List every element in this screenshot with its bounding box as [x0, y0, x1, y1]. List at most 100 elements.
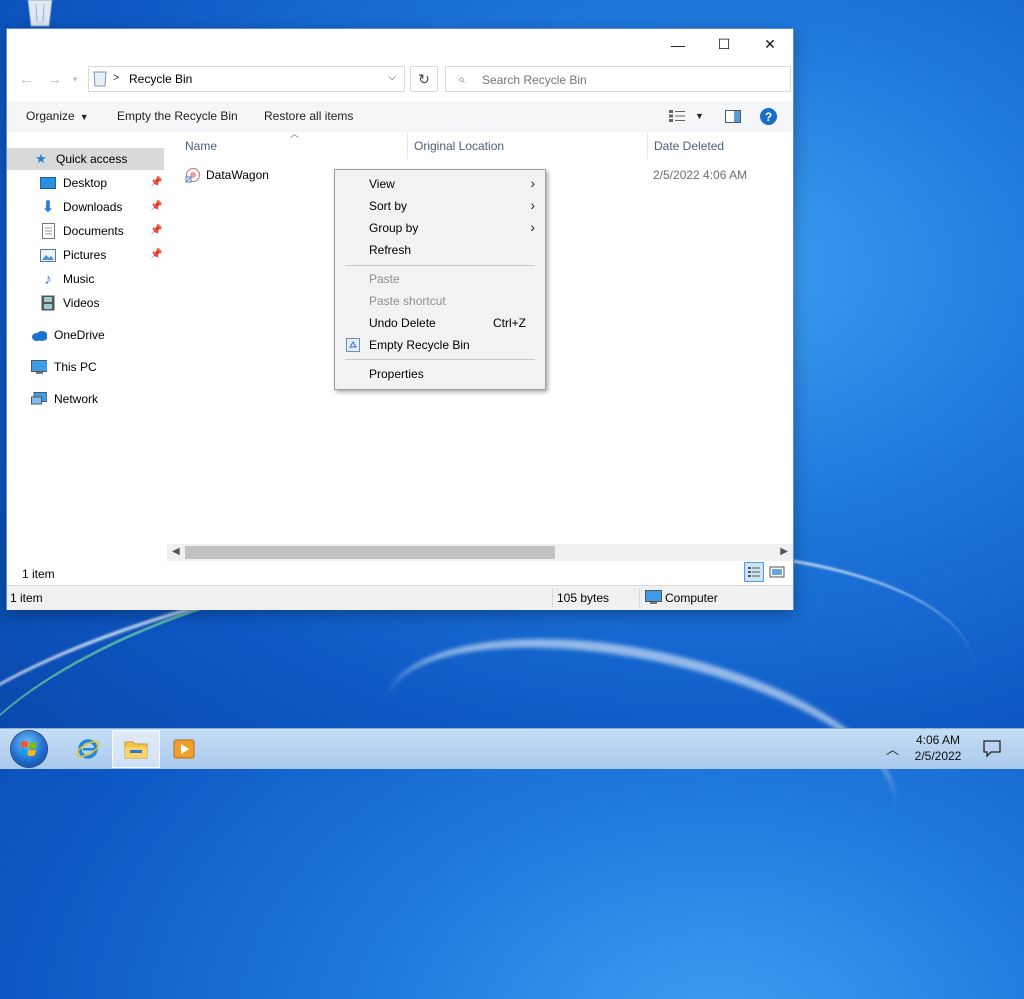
scroll-right-arrow-icon[interactable]: ▶ — [780, 546, 788, 557]
navigation-pane: ★ Quick access Desktop 📌 ⬇ Downloads 📌 Doc… — [7, 132, 164, 565]
menu-item-properties[interactable]: Properties — [335, 363, 545, 385]
status-divider — [639, 589, 640, 607]
column-header-name[interactable]: Name — [185, 133, 217, 159]
minimize-button[interactable]: — — [655, 29, 701, 60]
nav-videos[interactable]: Videos — [40, 292, 99, 314]
clock-time: 4:06 AM — [915, 733, 961, 747]
cloud-icon — [31, 327, 47, 343]
breadcrumb-separator: > — [113, 72, 120, 84]
address-bar[interactable]: > Recycle Bin ⌵ — [88, 66, 405, 92]
help-icon[interactable]: ? — [760, 108, 777, 125]
computer-icon — [31, 359, 47, 375]
address-row: ← → ▾ > Recycle Bin ⌵ ↻ ⌕ — [7, 64, 793, 96]
back-arrow-icon[interactable]: ← — [19, 71, 34, 88]
film-icon — [40, 295, 56, 311]
nav-network[interactable]: Network — [31, 388, 98, 410]
nav-music[interactable]: ♪ Music — [40, 268, 94, 290]
view-options-icon[interactable] — [669, 110, 685, 122]
item-count-label: 1 item — [22, 567, 55, 581]
preview-pane-icon[interactable] — [725, 110, 741, 123]
pin-icon[interactable]: 📌 — [150, 201, 162, 212]
folder-icon — [124, 741, 148, 759]
search-input[interactable] — [480, 70, 774, 90]
context-menu: View › Sort by › Group by › Refresh Paste P… — [334, 169, 546, 390]
system-clock[interactable]: 4:06 AM 2/5/2022 — [905, 732, 971, 764]
desktop-icon — [40, 175, 56, 191]
maximize-button[interactable]: ☐ — [701, 29, 747, 60]
file-date-deleted: 2/5/2022 4:06 AM — [653, 168, 748, 182]
shortcut-file-icon — [185, 168, 200, 183]
desktop-recycle-bin-icon[interactable] — [22, 0, 58, 28]
action-center-icon[interactable] — [982, 738, 1002, 758]
recent-locations-chevron-icon[interactable]: ▾ — [73, 74, 78, 85]
download-arrow-icon: ⬇ — [41, 199, 55, 216]
chevron-right-icon: › — [530, 197, 535, 213]
status-size: 105 bytes — [557, 591, 610, 605]
title-bar[interactable]: — ☐ ✕ — [7, 29, 793, 60]
pin-icon[interactable]: 📌 — [150, 225, 162, 236]
menu-separator — [345, 265, 535, 266]
internet-explorer-icon — [76, 739, 100, 759]
svg-text:?: ? — [765, 110, 772, 124]
taskbar-media-player[interactable] — [160, 730, 208, 768]
forward-arrow-icon[interactable]: → — [47, 71, 62, 88]
windows-logo-icon — [20, 741, 37, 756]
close-button[interactable]: ✕ — [747, 29, 793, 60]
horizontal-scrollbar[interactable]: ◀ ▶ — [167, 544, 793, 561]
status-divider — [552, 589, 553, 607]
column-divider[interactable] — [647, 133, 648, 159]
recycle-bin-icon — [93, 71, 107, 87]
picture-icon — [40, 247, 56, 263]
organize-menu[interactable]: Organize ▼ — [26, 109, 89, 123]
breadcrumb-location[interactable]: Recycle Bin — [129, 72, 192, 86]
star-icon: ★ — [35, 151, 47, 166]
nav-downloads[interactable]: ⬇ Downloads — [40, 196, 122, 218]
empty-recycle-bin-button[interactable]: Empty the Recycle Bin — [117, 109, 238, 123]
menu-item-group-by[interactable]: Group by › — [335, 217, 545, 239]
nav-documents[interactable]: Documents — [40, 220, 124, 242]
column-header-original-location[interactable]: Original Location — [414, 133, 504, 159]
pin-icon[interactable]: 📌 — [150, 249, 162, 260]
large-icons-view-icon[interactable] — [767, 562, 787, 582]
file-row[interactable]: DataWagon — [185, 165, 269, 185]
details-view-icon[interactable] — [744, 562, 764, 582]
restore-all-button[interactable]: Restore all items — [264, 109, 353, 123]
menu-item-paste-shortcut[interactable]: Paste shortcut — [335, 290, 545, 312]
menu-item-refresh[interactable]: Refresh — [335, 239, 545, 261]
taskbar: ︿ 4:06 AM 2/5/2022 — [0, 728, 1024, 769]
chevron-down-icon[interactable]: ⌵ — [388, 72, 396, 83]
network-icon — [31, 391, 47, 407]
nav-this-pc[interactable]: This PC — [31, 356, 97, 378]
status-bar: 1 item 105 bytes Computer — [7, 585, 793, 610]
command-bar: Organize ▼ Empty the Recycle Bin Restore … — [7, 101, 793, 132]
media-player-icon — [173, 739, 195, 759]
shortcut-hint: Ctrl+Z — [493, 316, 526, 330]
search-box[interactable]: ⌕ — [445, 66, 791, 92]
chevron-down-icon[interactable]: ▼ — [695, 111, 704, 121]
document-icon — [40, 223, 56, 239]
column-divider[interactable] — [407, 133, 408, 159]
pin-icon[interactable]: 📌 — [150, 177, 162, 188]
menu-item-undo-delete[interactable]: Undo Delete Ctrl+Z — [335, 312, 545, 334]
music-note-icon: ♪ — [44, 270, 52, 288]
nav-onedrive[interactable]: OneDrive — [31, 324, 105, 346]
start-button[interactable] — [11, 731, 47, 767]
column-header-date-deleted[interactable]: Date Deleted — [654, 133, 724, 159]
sort-ascending-icon: ︿ — [290, 129, 300, 139]
nav-quick-access[interactable]: ★ Quick access — [7, 148, 164, 170]
refresh-button[interactable]: ↻ — [410, 66, 438, 92]
taskbar-internet-explorer[interactable] — [64, 730, 112, 768]
show-hidden-icons-chevron-icon[interactable]: ︿ — [886, 739, 899, 758]
recycle-bin-icon — [346, 338, 360, 352]
menu-separator — [345, 359, 535, 360]
menu-item-empty-recycle-bin[interactable]: Empty Recycle Bin — [335, 334, 545, 356]
scrollbar-thumb[interactable] — [185, 546, 555, 559]
nav-desktop[interactable]: Desktop — [40, 172, 107, 194]
nav-pictures[interactable]: Pictures — [40, 244, 106, 266]
menu-item-view[interactable]: View › — [335, 173, 545, 195]
menu-item-sort-by[interactable]: Sort by › — [335, 195, 545, 217]
taskbar-file-explorer[interactable] — [112, 730, 160, 768]
computer-icon — [645, 590, 662, 604]
menu-item-paste[interactable]: Paste — [335, 268, 545, 290]
scroll-left-arrow-icon[interactable]: ◀ — [172, 546, 180, 557]
